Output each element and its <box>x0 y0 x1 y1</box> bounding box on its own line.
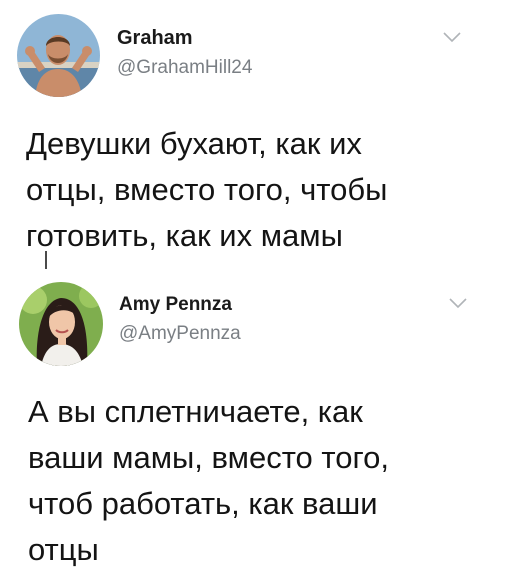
avatar-graham[interactable] <box>17 14 100 97</box>
thread-connector <box>45 251 47 269</box>
display-name[interactable]: Graham <box>117 27 193 50</box>
profile-photo-amy-icon <box>19 282 103 366</box>
tweet-text-line: ваши мамы, вместо того, <box>28 440 389 475</box>
tweet-text-line: Девушки бухают, как их <box>26 126 362 161</box>
tweet-text-line: готовить, как их мамы <box>26 218 343 253</box>
user-handle[interactable]: @AmyPennza <box>119 323 241 345</box>
tweet-text-line: отцы <box>28 532 99 567</box>
tweet-text: Девушки бухают, как их отцы, вместо того… <box>26 121 387 259</box>
tweet-text-line: чтоб работать, как ваши <box>28 486 378 521</box>
profile-photo-graham-icon <box>17 14 100 97</box>
chevron-down-icon[interactable] <box>443 31 461 43</box>
chevron-down-icon[interactable] <box>449 297 467 309</box>
user-handle[interactable]: @GrahamHill24 <box>117 57 252 79</box>
tweet-text-line: отцы, вместо того, чтобы <box>26 172 388 207</box>
tweet-text-line: А вы сплетничаете, как <box>28 394 363 429</box>
display-name[interactable]: Amy Pennza <box>119 294 232 316</box>
tweet-text: А вы сплетничаете, как ваши мамы, вместо… <box>28 389 389 573</box>
avatar-amy[interactable] <box>19 282 103 366</box>
